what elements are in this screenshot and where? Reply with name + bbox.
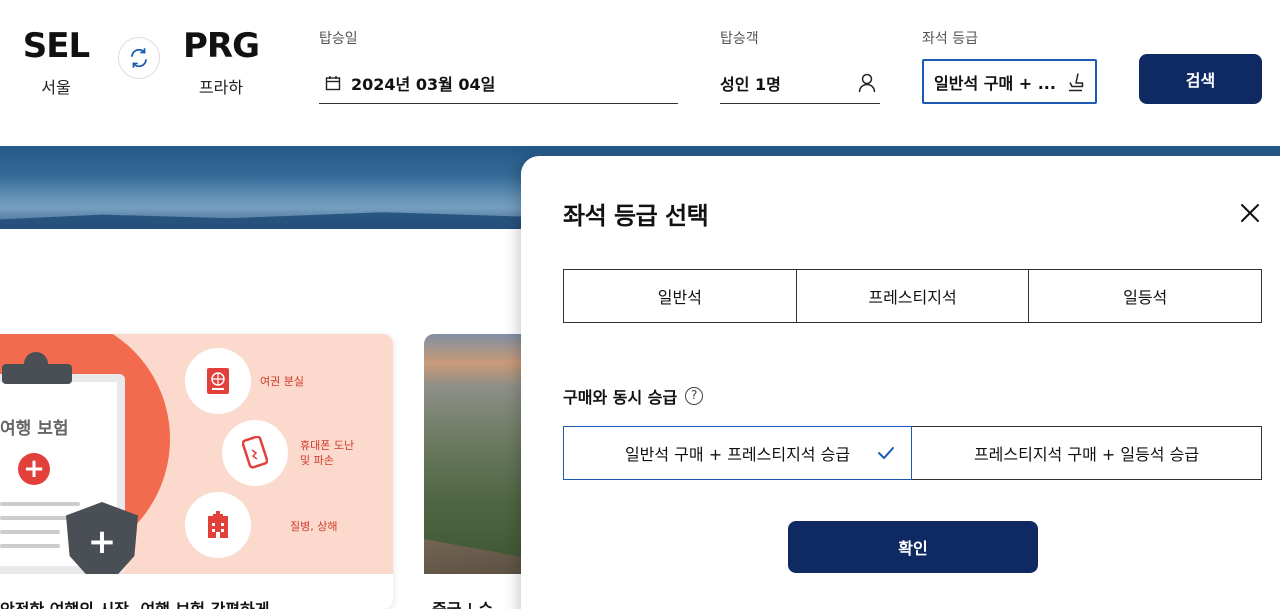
person-icon xyxy=(858,73,876,92)
seat-icon xyxy=(1069,72,1084,91)
destination-code: PRG xyxy=(182,26,260,66)
flight-search-bar: SEL 서울 PRG 프라하 탑승일 2024년 03월 04일 탑승객 성인 … xyxy=(0,0,1280,146)
upgrade-option-label: 프레스티지석 구매 + 일등석 승급 xyxy=(973,445,1200,464)
passenger-field[interactable]: 성인 1명 xyxy=(720,62,880,104)
search-button[interactable]: 검색 xyxy=(1139,54,1262,104)
tab-prestige[interactable]: 프레스티지석 xyxy=(796,270,1030,322)
insurance-card-title: 안전한 여행의 시작, 여행 보험 간편하게 xyxy=(0,596,269,609)
upgrade-option-label: 일반석 구매 + 프레스티지석 승급 xyxy=(624,445,851,464)
upgrade-label-text: 구매와 동시 승급 xyxy=(563,388,678,407)
great-wall-photo xyxy=(424,334,534,574)
confirm-button[interactable]: 확인 xyxy=(788,521,1038,573)
origin-city: 서울 xyxy=(41,78,71,97)
shield-icon: + xyxy=(66,502,138,574)
upgrade-option-prestige-to-first[interactable]: 프레스티지석 구매 + 일등석 승급 xyxy=(912,426,1262,480)
passport-icon xyxy=(185,348,251,414)
date-field[interactable]: 2024년 03월 04일 xyxy=(319,62,678,104)
insurance-item-3: 질병, 상해 xyxy=(290,520,338,533)
check-icon xyxy=(878,447,894,459)
destination-airport[interactable]: PRG 프라하 xyxy=(176,26,266,98)
upgrade-option-economy-to-prestige[interactable]: 일반석 구매 + 프레스티지석 승급 xyxy=(563,426,912,480)
upgrade-options: 일반석 구매 + 프레스티지석 승급 프레스티지석 구매 + 일등석 승급 xyxy=(563,426,1262,480)
tab-economy[interactable]: 일반석 xyxy=(564,270,797,322)
passenger-value: 성인 1명 xyxy=(720,74,781,94)
china-card-title: 중국 | 순 xyxy=(432,596,493,609)
calendar-icon xyxy=(325,75,341,91)
insurance-art-title: 여행 보험 xyxy=(0,419,69,439)
class-value: 일반석 구매 + ... xyxy=(934,73,1056,93)
origin-airport[interactable]: SEL 서울 xyxy=(11,26,101,98)
tab-first[interactable]: 일등석 xyxy=(1029,270,1262,322)
swap-route-button[interactable] xyxy=(118,37,160,79)
destination-city: 프라하 xyxy=(198,78,244,97)
close-button[interactable] xyxy=(1237,200,1263,226)
hospital-icon xyxy=(185,492,251,558)
class-field[interactable]: 일반석 구매 + ... xyxy=(922,59,1097,104)
date-label: 탑승일 xyxy=(319,31,358,47)
help-icon[interactable]: ? xyxy=(685,387,704,405)
close-icon xyxy=(1241,204,1259,222)
swap-icon xyxy=(131,48,147,68)
broken-phone-icon xyxy=(222,420,288,486)
insurance-illustration: 여행 보험 + + 여권 분실 휴대폰 도난 및 파손 질병, 상해 xyxy=(0,334,393,574)
upgrade-section-label: 구매와 동시 승급 ? xyxy=(563,384,704,408)
class-label: 좌석 등급 xyxy=(922,31,978,47)
passenger-label: 탑승객 xyxy=(720,31,759,47)
origin-code: SEL xyxy=(22,26,90,66)
insurance-item-1: 여권 분실 xyxy=(260,375,304,388)
insurance-card[interactable]: 여행 보험 + + 여권 분실 휴대폰 도난 및 파손 질병, 상해 안전한 여… xyxy=(0,334,393,609)
modal-title: 좌석 등급 선택 xyxy=(563,202,709,230)
red-cross-icon: + xyxy=(18,453,50,485)
insurance-item-2: 휴대폰 도난 및 파손 xyxy=(300,439,355,467)
seat-class-modal: 좌석 등급 선택 일반석 프레스티지석 일등석 구매와 동시 승급 ? 일반석 … xyxy=(521,156,1280,609)
class-tabs: 일반석 프레스티지석 일등석 xyxy=(563,269,1262,323)
date-value: 2024년 03월 04일 xyxy=(351,74,496,94)
china-card[interactable]: 중국 | 순 xyxy=(424,334,534,609)
